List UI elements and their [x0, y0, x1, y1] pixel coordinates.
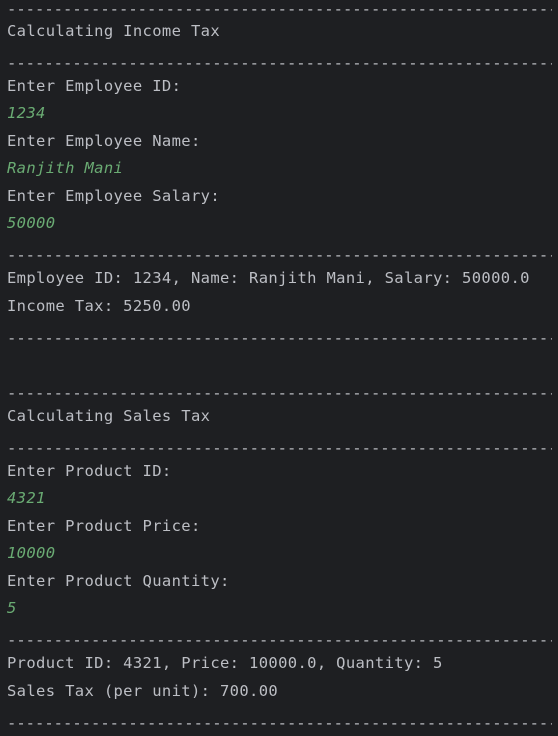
sales-tax-result: Sales Tax (per unit): 700.00 — [7, 682, 279, 700]
input-employee-id: 1234 — [7, 104, 46, 122]
prompt-employee-name: Enter Employee Name: — [7, 132, 201, 150]
prompt-employee-salary: Enter Employee Salary: — [7, 187, 220, 205]
separator-line: ----------------------------------------… — [7, 439, 552, 457]
prompt-product-price: Enter Product Price: — [7, 517, 201, 535]
prompt-employee-id: Enter Employee ID: — [7, 77, 182, 95]
sales-tax-heading: Calculating Sales Tax — [7, 407, 211, 425]
separator-line: ----------------------------------------… — [7, 246, 552, 264]
income-tax-heading: Calculating Income Tax — [7, 22, 220, 40]
prompt-product-id: Enter Product ID: — [7, 462, 172, 480]
employee-summary: Employee ID: 1234, Name: Ranjith Mani, S… — [7, 269, 530, 287]
input-employee-name: Ranjith Mani — [7, 159, 124, 177]
input-product-quantity: 5 — [7, 599, 17, 617]
prompt-product-quantity: Enter Product Quantity: — [7, 572, 230, 590]
separator-line: ----------------------------------------… — [7, 714, 552, 732]
product-summary: Product ID: 4321, Price: 10000.0, Quanti… — [7, 654, 443, 672]
separator-line: ----------------------------------------… — [7, 329, 552, 347]
input-product-price: 10000 — [7, 544, 56, 562]
run-console-output[interactable]: ----------------------------------------… — [0, 0, 558, 736]
separator-line: ----------------------------------------… — [7, 384, 552, 402]
input-product-id: 4321 — [7, 489, 46, 507]
income-tax-result: Income Tax: 5250.00 — [7, 297, 191, 315]
input-employee-salary: 50000 — [7, 214, 56, 232]
separator-line: ----------------------------------------… — [7, 54, 552, 72]
separator-line: ----------------------------------------… — [7, 0, 552, 18]
separator-line: ----------------------------------------… — [7, 631, 552, 649]
